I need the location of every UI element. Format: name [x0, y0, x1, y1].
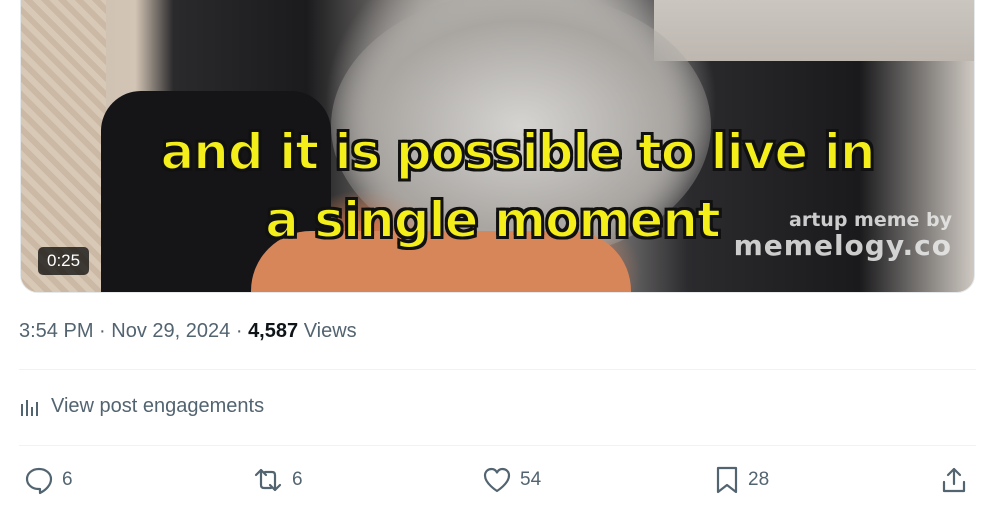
video-caption-line-1: and it is possible to live in	[160, 123, 877, 181]
bookmark-button[interactable]: 28	[714, 465, 769, 495]
reply-count: 6	[62, 469, 73, 490]
heart-icon	[483, 467, 511, 493]
video-player[interactable]: and it is possible to live in a single m…	[20, 0, 975, 293]
post-date[interactable]: Nov 29, 2024	[111, 320, 230, 342]
like-button[interactable]: 54	[482, 465, 541, 495]
view-engagements-link[interactable]: View post engagements	[19, 395, 264, 418]
view-engagements-label: View post engagements	[51, 395, 265, 417]
meta-separator: ·	[99, 320, 106, 342]
share-icon	[942, 467, 966, 493]
repost-count: 6	[292, 469, 303, 490]
video-background-wall-right	[654, 0, 974, 61]
meta-separator: ·	[235, 320, 243, 342]
repost-icon	[254, 468, 282, 492]
repost-button[interactable]: 6	[252, 465, 303, 495]
post-time[interactable]: 3:54 PM	[19, 320, 93, 342]
analytics-icon	[21, 399, 38, 416]
reply-button[interactable]: 6	[24, 465, 73, 495]
video-watermark: artup meme by memelogy.co	[734, 211, 952, 260]
video-watermark-line-2: memelogy.co	[733, 229, 952, 262]
bookmark-icon	[716, 466, 738, 494]
post-detail: and it is possible to live in a single m…	[0, 0, 1000, 508]
like-count: 54	[520, 469, 542, 490]
post-timestamp-line: 3:54 PM · Nov 29, 2024 · 4,587 Views	[19, 320, 357, 343]
views-label: Views	[303, 320, 357, 342]
divider	[19, 369, 976, 370]
bookmark-count: 28	[748, 469, 770, 490]
divider	[19, 445, 976, 446]
video-watermark-line-1: artup meme by	[789, 209, 952, 231]
reply-icon	[25, 467, 53, 495]
share-button[interactable]	[940, 465, 968, 495]
video-duration-badge: 0:25	[38, 247, 90, 275]
views-count: 4,587	[248, 320, 299, 342]
